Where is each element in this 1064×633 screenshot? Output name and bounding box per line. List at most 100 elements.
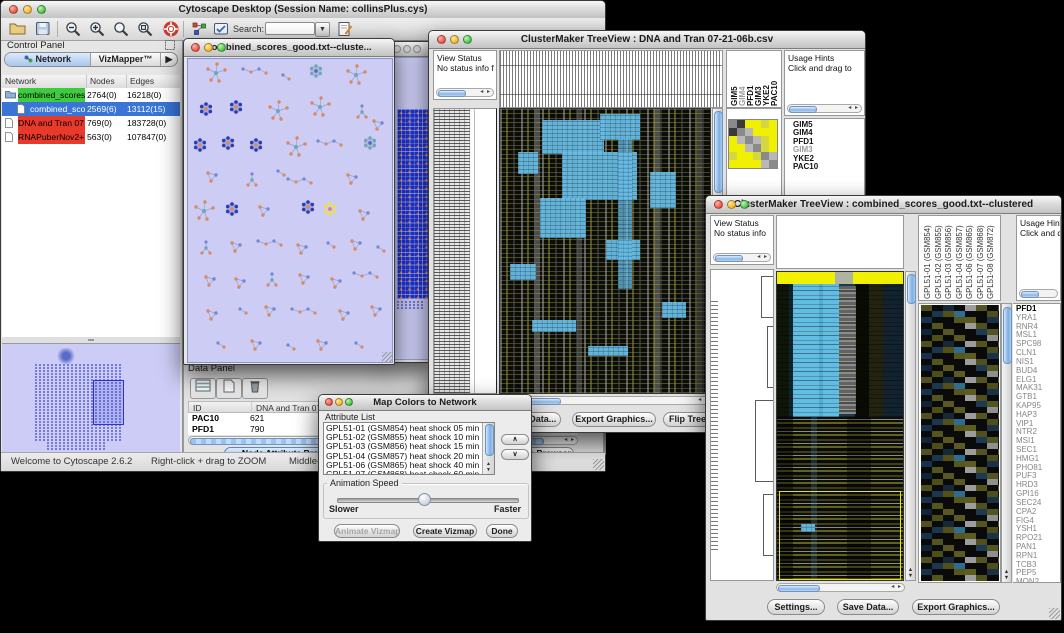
zoom-button[interactable] — [413, 45, 421, 53]
dialog-button[interactable]: Create Vizmap — [413, 524, 477, 538]
gene-dendrogram[interactable] — [433, 108, 497, 394]
network-list-row[interactable]: combined_sco 2569(6) 13112(15) — [2, 102, 180, 116]
network-canvas[interactable] — [187, 58, 393, 363]
usage-hints-hscrollbar[interactable] — [1019, 289, 1058, 298]
control-panel-tabs: Network VizMapper™ ▶ — [4, 52, 178, 67]
zoom-button[interactable] — [740, 200, 749, 209]
treeview2-title-bar[interactable]: ClusterMaker TreeView : combined_scores_… — [706, 196, 1061, 214]
tab-network[interactable]: Network — [5, 53, 91, 66]
resize-grip[interactable] — [382, 352, 393, 363]
column-label[interactable]: GPL51-03 (GSM856) — [944, 217, 955, 299]
column-label[interactable]: GPL51-08 (GSM872) — [986, 217, 997, 299]
close-button[interactable] — [325, 398, 333, 406]
dialog-button[interactable]: Done — [486, 524, 518, 538]
treeview-button[interactable]: Export Graphics... — [912, 599, 1000, 615]
resize-grip[interactable] — [1049, 608, 1060, 619]
background-window-title-bar[interactable] — [389, 42, 432, 57]
zoom-fit-icon[interactable] — [111, 21, 131, 38]
birdseye-viewport-rectangle[interactable] — [93, 380, 124, 425]
zoom-view-vscrollbar[interactable]: ▲▼ — [1001, 303, 1012, 583]
tab-vizmapper[interactable]: VizMapper™ — [91, 53, 161, 66]
minimize-button[interactable] — [450, 35, 459, 44]
view-status-hscrollbar[interactable]: ◂ ▸ — [436, 88, 494, 97]
zoom-out-icon[interactable] — [63, 21, 83, 38]
dialog-title-bar[interactable]: Map Colors to Network — [319, 395, 531, 411]
open-file-icon[interactable] — [7, 21, 27, 38]
delete-attribute-icon[interactable] — [242, 378, 268, 399]
heatmap-vscrollbar[interactable]: ▲▼ — [905, 271, 916, 581]
animation-speed-slider-thumb[interactable] — [418, 493, 431, 506]
network-window-title-bar[interactable]: combined_scores_good.txt--cluste... — [184, 39, 394, 57]
dialog-button[interactable]: Animate Vizmap — [334, 524, 400, 538]
column-label[interactable]: GPL51-07 (GSM868) — [976, 217, 987, 299]
move-up-button[interactable]: ∧ — [501, 434, 529, 445]
close-button[interactable] — [191, 43, 200, 52]
treeview-button[interactable]: Export Graphics... — [572, 412, 656, 427]
gene-dendrogram[interactable] — [710, 269, 774, 581]
treeview1-title-bar[interactable]: ClusterMaker TreeView : DNA and Tran 07-… — [429, 31, 865, 49]
column-label[interactable]: GPL51-06 (GSM865) — [965, 217, 976, 299]
column-label[interactable]: GPL51-04 (GSM857) — [955, 217, 966, 299]
column-label[interactable]: GIM4 — [738, 62, 746, 106]
zoom-heatmap[interactable] — [728, 119, 778, 169]
attribute-list-vscrollbar[interactable]: ▲▼ — [482, 423, 494, 474]
column-label[interactable]: GPL51-02 (GSM855) — [934, 217, 945, 299]
usage-hints-hscrollbar[interactable]: ◂ ▸ — [787, 104, 862, 113]
heatmap-cell — [737, 128, 745, 136]
column-dendrogram[interactable] — [499, 50, 723, 108]
tab-overflow-arrow[interactable]: ▶ — [161, 53, 177, 66]
network-list-row[interactable]: RNAPuberNov2+ 563(0) 107847(0) — [2, 130, 180, 144]
global-heatmap[interactable] — [776, 271, 904, 581]
show-panel-icon[interactable] — [211, 21, 231, 38]
minimize-button[interactable] — [335, 398, 343, 406]
move-down-button[interactable]: ∨ — [501, 449, 529, 460]
column-label[interactable]: GIM5 — [730, 62, 738, 106]
heatmap-cell — [729, 120, 737, 128]
network-list-row[interactable]: DNA and Tran 07 769(0) 183728(0) — [2, 116, 180, 130]
zoom-button[interactable] — [463, 35, 472, 44]
select-attributes-icon[interactable] — [190, 378, 216, 399]
column-dendrogram[interactable] — [776, 215, 904, 269]
zoom-selected-icon[interactable] — [135, 21, 155, 38]
save-session-icon[interactable] — [33, 21, 53, 38]
new-attribute-icon[interactable] — [216, 378, 242, 399]
search-input[interactable] — [265, 22, 315, 35]
heatmap-cell — [769, 144, 777, 152]
global-heatmap[interactable] — [499, 108, 711, 394]
view-status-hscrollbar[interactable]: ◂ ▸ — [713, 253, 771, 262]
birdseye-view[interactable] — [2, 343, 180, 454]
resize-grip[interactable] — [593, 459, 604, 470]
treeview-button[interactable]: Settings... — [767, 599, 825, 615]
column-label[interactable]: YKE2 — [762, 62, 770, 106]
zoom-button[interactable] — [345, 398, 353, 406]
gene-label[interactable]: PAC10 — [793, 163, 818, 171]
zoom-in-icon[interactable] — [87, 21, 107, 38]
main-title-bar[interactable]: Cytoscape Desktop (Session Name: collins… — [1, 1, 605, 19]
search-dropdown-button[interactable]: ▼ — [315, 22, 330, 37]
annotate-icon[interactable] — [335, 21, 355, 38]
network-list-row[interactable]: combined_scores 2764(0) 16218(0) — [2, 88, 180, 102]
zoom-button[interactable] — [37, 5, 46, 14]
treeview-button[interactable]: Save Data... — [837, 599, 899, 615]
minimize-button[interactable] — [727, 200, 736, 209]
network-canvas-background[interactable] — [391, 57, 432, 360]
minimize-button[interactable] — [204, 43, 213, 52]
zoom-button[interactable] — [217, 43, 226, 52]
help-lifering-icon[interactable] — [161, 21, 181, 38]
attribute-list-item[interactable]: GPL51-07 (GSM868) heat shock 60 min — [324, 470, 482, 475]
close-button[interactable] — [9, 5, 18, 14]
gene-label[interactable]: MON2 — [1016, 578, 1042, 583]
column-label[interactable]: PFD1 — [746, 62, 754, 106]
minimize-button[interactable] — [23, 5, 32, 14]
column-label[interactable]: PAC10 — [770, 62, 778, 106]
close-button[interactable] — [714, 200, 723, 209]
column-label[interactable]: GPL51-01 (GSM854) — [923, 217, 934, 299]
heatmap-selection-rectangle[interactable] — [779, 491, 901, 580]
heatmap-cell — [729, 144, 737, 152]
zoom-heatmap[interactable] — [921, 305, 999, 581]
minimize-button[interactable] — [403, 45, 411, 53]
heatmap-hscrollbar[interactable]: ◂ ▸ — [776, 583, 905, 592]
close-button[interactable] — [437, 35, 446, 44]
new-network-icon[interactable] — [189, 21, 209, 38]
column-label[interactable]: GIM3 — [754, 62, 762, 106]
